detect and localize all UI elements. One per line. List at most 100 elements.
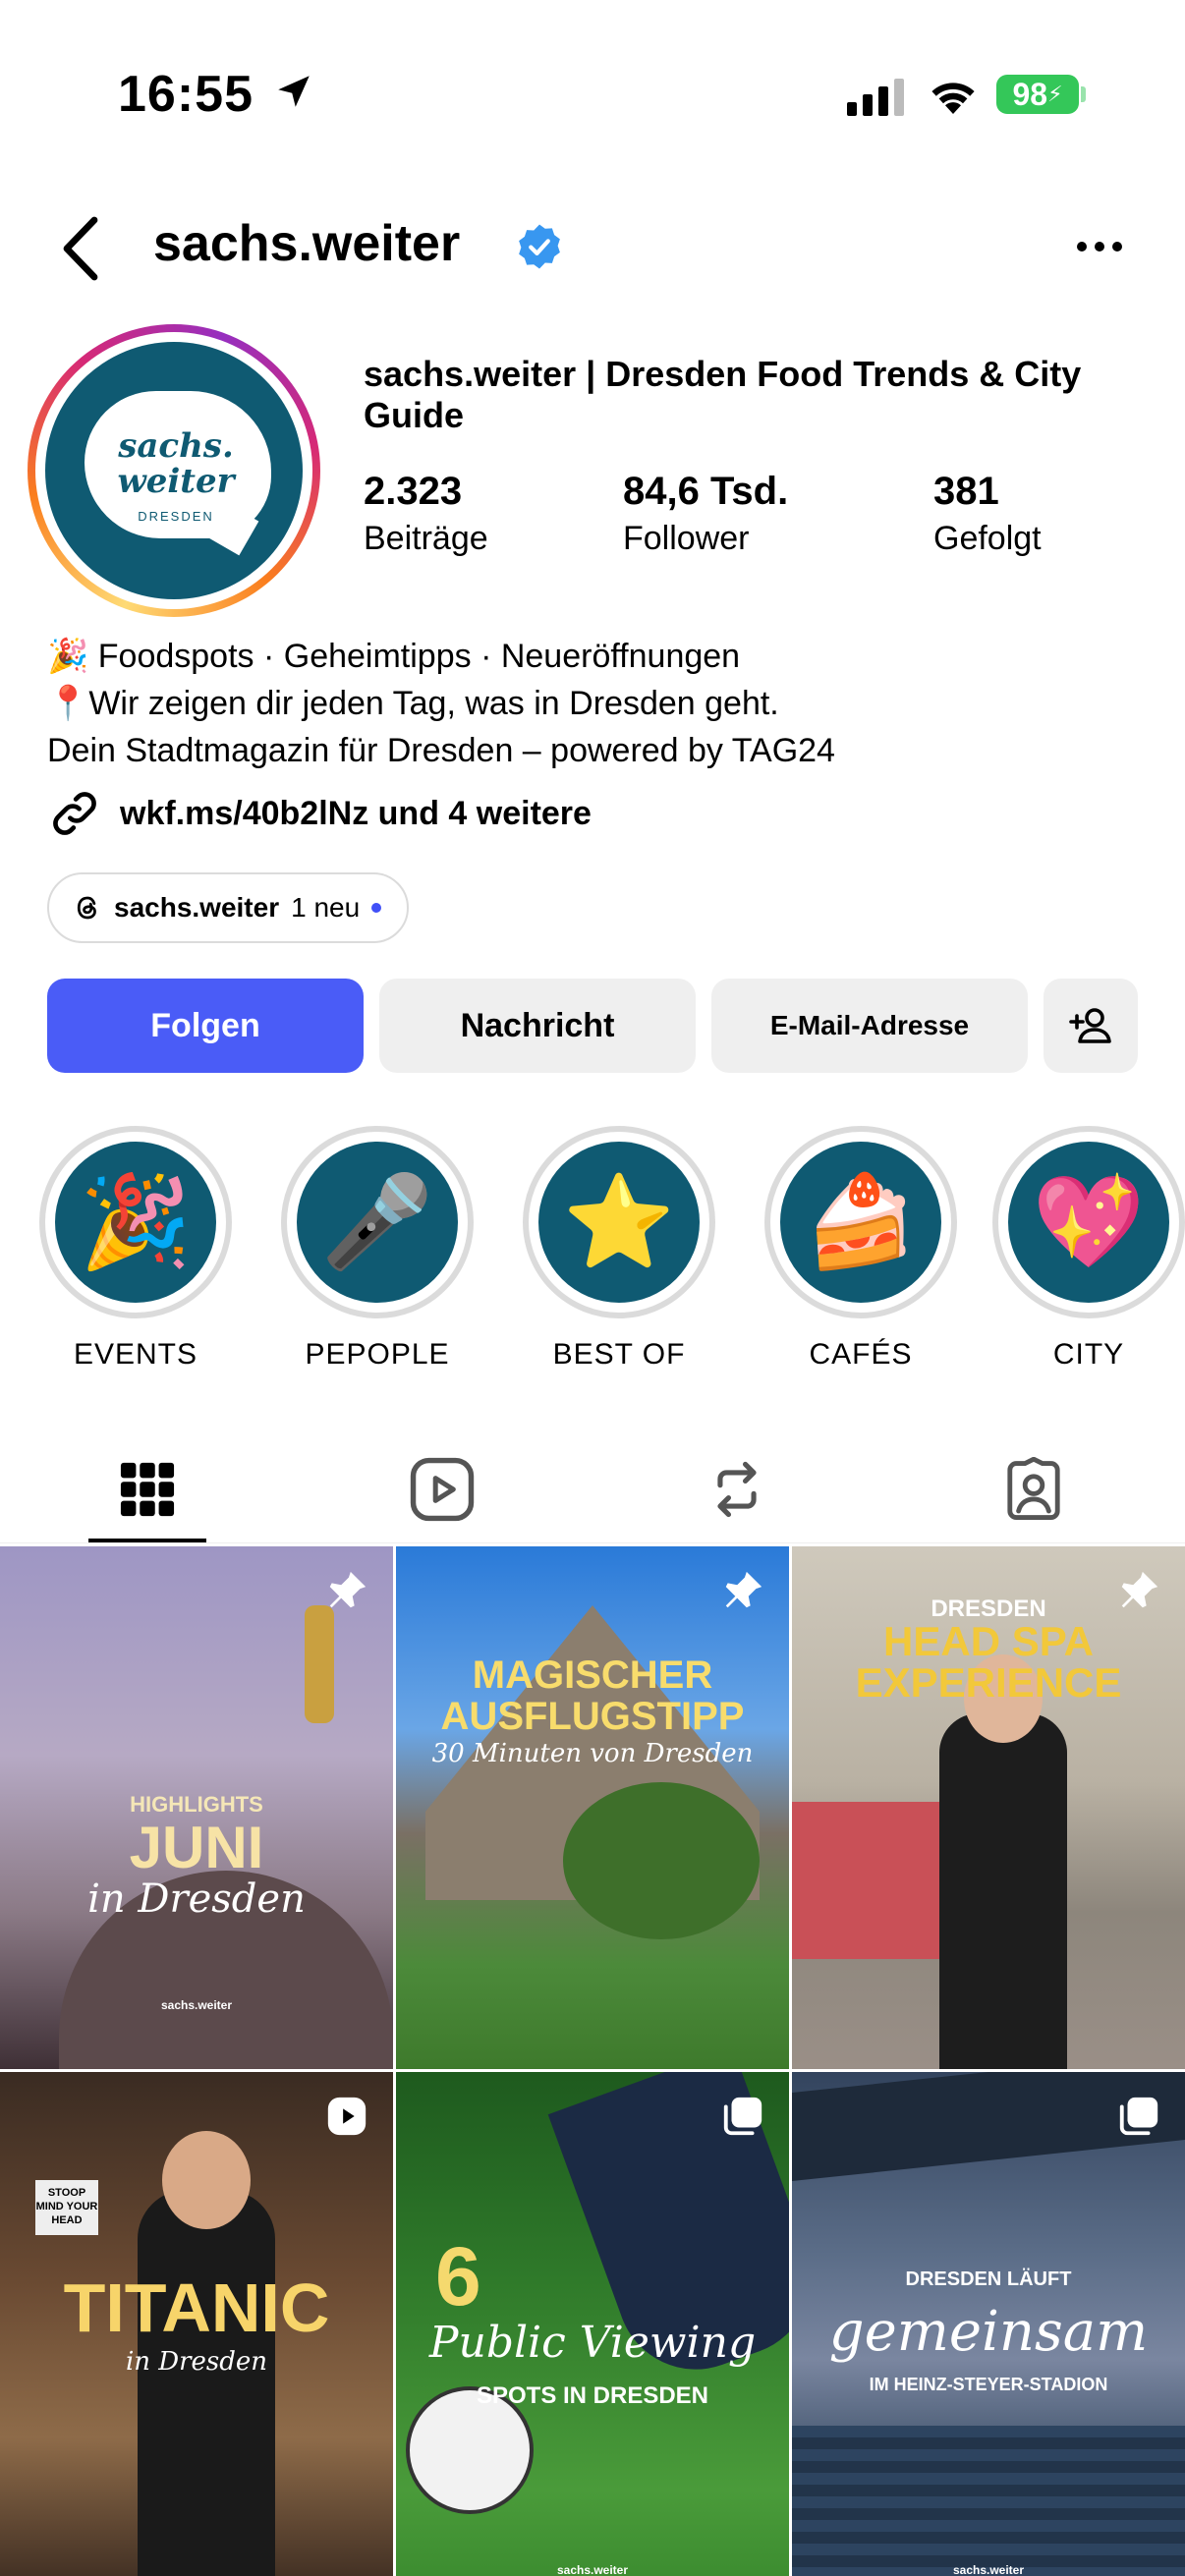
post-tile[interactable]: MAGISCHER AUSFLUGSTIPP 30 Minuten von Dr… <box>396 1546 789 2069</box>
stat-following[interactable]: 381 Gefolgt <box>933 470 1042 558</box>
post-brand: sachs.weiter <box>556 2563 629 2576</box>
highlight-label: CITY <box>1052 1338 1125 1371</box>
post-script: gemeinsam <box>828 2300 1149 2364</box>
tab-reposts[interactable] <box>678 1440 796 1539</box>
threads-new-count: 1 neu <box>291 892 361 923</box>
verified-badge-icon <box>519 224 560 269</box>
tabs-divider <box>0 1542 1185 1543</box>
tree-shape <box>563 1782 760 1939</box>
highlight-ring: 🍰 <box>764 1126 957 1318</box>
highlight-ring: ⭐ <box>523 1126 715 1318</box>
stat-followers-label: Follower <box>623 520 750 557</box>
post-tile[interactable]: DRESDEN HEAD SPA EXPERIENCE <box>792 1546 1185 2069</box>
post-brand: sachs.weiter <box>160 1998 233 2012</box>
person-shape <box>138 2190 275 2576</box>
threads-badge[interactable]: sachs.weiter 1 neu <box>47 872 410 943</box>
post-script: in Dresden <box>125 2347 268 2377</box>
post-tile[interactable]: HIGHLIGHTS JUNI in Dresden sachs.weiter <box>0 1546 393 2069</box>
chair-shape <box>792 1802 939 1959</box>
pinned-icon <box>329 1571 367 1608</box>
stat-followers-value: 84,6 Tsd. <box>623 470 789 513</box>
post-tile[interactable]: DRESDEN LÄUFT gemeinsam IM HEINZ-STEYER-… <box>792 2072 1185 2576</box>
party-popper-icon: 🎉 <box>55 1142 216 1303</box>
threads-icon <box>77 896 96 920</box>
battery-nub <box>1081 86 1086 102</box>
profile-link[interactable]: wkf.ms/40b2lNz und 4 weitere <box>47 786 592 841</box>
highlight-label: EVENTS <box>73 1338 198 1371</box>
stat-followers[interactable]: 84,6 Tsd. Follower <box>623 470 788 558</box>
post-script: Public Viewing <box>428 2318 757 2368</box>
highlight-label: PEPOPLE <box>305 1338 450 1371</box>
carousel-icon <box>1119 2097 1158 2136</box>
highlight-label: BEST OF <box>552 1338 686 1371</box>
post-title: HEAD SPA EXPERIENCE <box>855 1618 1122 1706</box>
stat-posts-label: Beiträge <box>364 520 488 557</box>
suggested-users-button[interactable] <box>1044 979 1138 1073</box>
warning-sign: STOOP MIND YOUR HEAD <box>35 2180 98 2235</box>
post-title: SPOTS IN DRESDEN <box>476 2382 709 2409</box>
status-time: 16:55 <box>118 66 254 123</box>
bio-line: 📍Wir zeigen dir jeden Tag, was in Dresde… <box>47 685 779 722</box>
bio-line: 🎉 Foodspots · Geheimtipps · Neueröffnung… <box>47 638 741 675</box>
highlight-ring: 🎉 <box>39 1126 232 1318</box>
highlight-ring: 🎤 <box>281 1126 474 1318</box>
post-number: 6 <box>435 2230 481 2323</box>
carousel-icon <box>723 2097 762 2136</box>
stat-posts[interactable]: 2.323 Beiträge <box>364 470 488 558</box>
post-title: MAGISCHER AUSFLUGSTIPP <box>440 1653 745 1738</box>
person-shape <box>939 1713 1067 2069</box>
add-person-icon <box>1069 1008 1111 1043</box>
post-brand: sachs.weiter <box>952 2563 1025 2576</box>
tagged-person-icon <box>1007 1457 1060 1521</box>
avatar[interactable]: sachs. weiter DRESDEN <box>45 342 303 599</box>
star-icon: ⭐ <box>538 1142 700 1303</box>
profile-stats: 2.323 Beiträge 84,6 Tsd. Follower 381 Ge… <box>364 470 1150 568</box>
status-bar: 16:55 98 ⚡ <box>0 0 1185 187</box>
highlight-events[interactable]: 🎉 EVENTS <box>39 1126 232 1372</box>
post-kicker: DRESDEN LÄUFT <box>905 2268 1072 2290</box>
follow-button[interactable]: Folgen <box>47 979 364 1073</box>
tab-posts[interactable] <box>88 1440 206 1539</box>
reels-icon <box>410 1457 475 1522</box>
highlight-city[interactable]: 💖 CITY <box>992 1126 1185 1372</box>
bio-line: Dein Stadtmagazin für Dresden – powered … <box>47 732 835 769</box>
highlight-ring: 💖 <box>992 1126 1185 1318</box>
battery-indicator: 98 ⚡ <box>996 75 1079 114</box>
post-title: JUNI <box>129 1815 264 1880</box>
threads-new-dot <box>371 903 382 913</box>
email-button[interactable]: E-Mail-Adresse <box>711 979 1028 1073</box>
highlight-label: CAFÉS <box>809 1338 913 1371</box>
stat-posts-value: 2.323 <box>364 470 463 513</box>
highlight-best-of[interactable]: ⭐ BEST OF <box>523 1126 715 1372</box>
post-tile[interactable]: 6 Public Viewing SPOTS IN DRESDEN sachs.… <box>396 2072 789 2576</box>
sparkling-heart-icon: 💖 <box>1008 1142 1169 1303</box>
post-title: IM HEINZ-STEYER-STADION <box>869 2375 1108 2394</box>
stat-following-label: Gefolgt <box>933 520 1042 557</box>
face-shape <box>162 2131 251 2229</box>
more-options-icon[interactable] <box>1077 242 1122 252</box>
post-tile[interactable]: STOOP MIND YOUR HEAD TITANIC in Dresden <box>0 2072 393 2576</box>
statue-shape <box>305 1605 334 1723</box>
link-icon <box>53 792 96 835</box>
avatar-logo-subtitle: DRESDEN <box>138 509 214 524</box>
avatar-logo-line1: sachs. <box>118 426 234 466</box>
highlight-pepople[interactable]: 🎤 PEPOPLE <box>281 1126 474 1372</box>
cake-icon: 🍰 <box>780 1142 941 1303</box>
microphone-icon: 🎤 <box>297 1142 458 1303</box>
tab-tagged[interactable] <box>975 1440 1093 1539</box>
post-title: TITANIC <box>63 2269 330 2346</box>
post-script: 30 Minuten von Dresden <box>431 1739 754 1768</box>
message-button[interactable]: Nachricht <box>379 979 696 1073</box>
avatar-logo-line2: weiter <box>117 462 235 501</box>
location-arrow-icon <box>278 76 310 107</box>
stands-shape <box>792 2426 1185 2576</box>
pinned-icon <box>725 1571 762 1608</box>
profile-bio: 🎉 Foodspots · Geheimtipps · Neueröffnung… <box>47 633 1148 774</box>
back-chevron-icon[interactable] <box>59 216 102 281</box>
wifi-icon <box>931 83 975 114</box>
highlight-cafes[interactable]: 🍰 CAFÉS <box>764 1126 957 1372</box>
tab-reels[interactable] <box>383 1440 501 1539</box>
reel-icon <box>327 2097 367 2136</box>
profile-username: sachs.weiter <box>153 215 461 272</box>
grid-icon <box>120 1462 175 1517</box>
